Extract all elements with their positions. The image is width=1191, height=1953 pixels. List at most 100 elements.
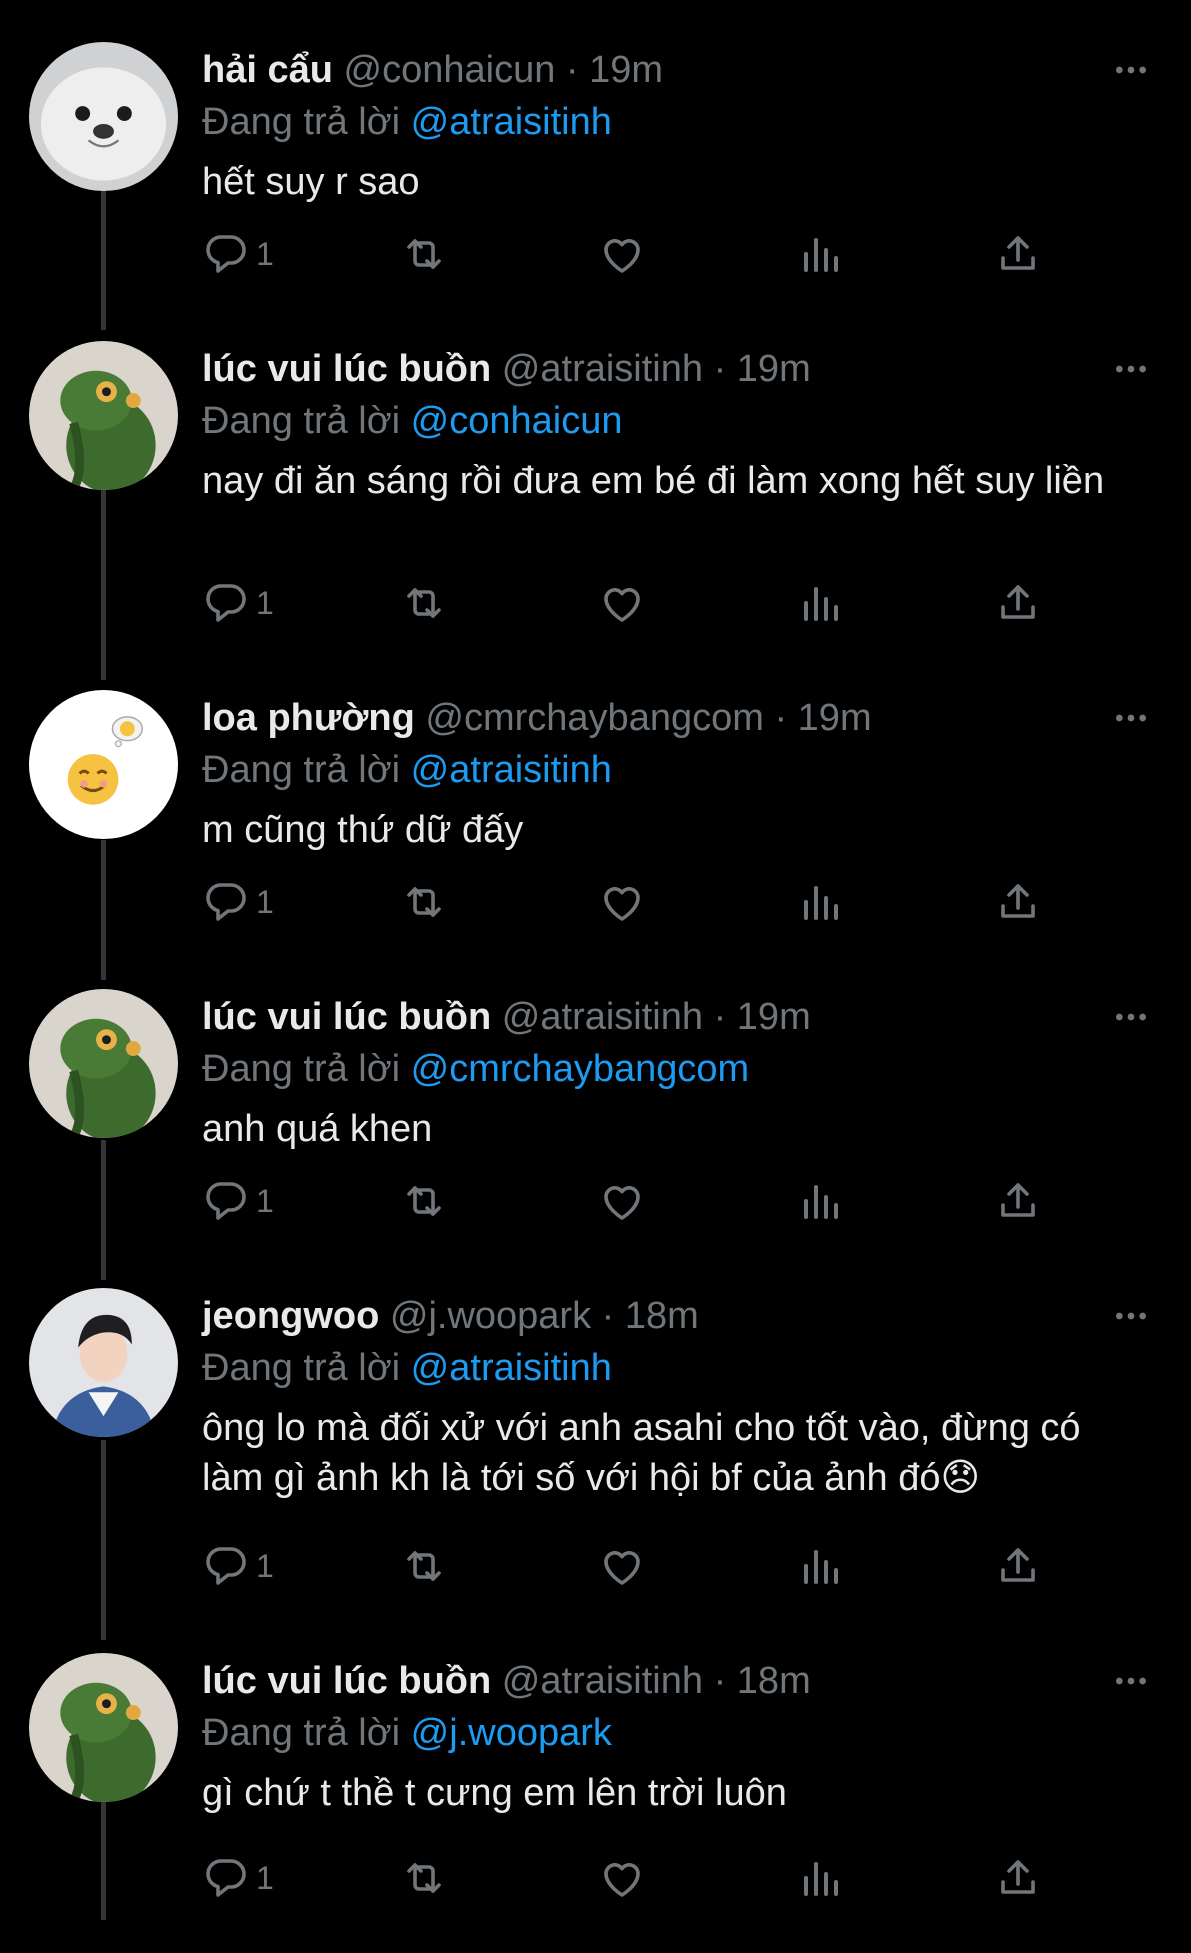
avatar[interactable] <box>29 341 178 490</box>
user-handle[interactable]: @atraisitinh <box>502 348 703 390</box>
views-button[interactable] <box>796 874 844 930</box>
like-button[interactable] <box>598 1173 646 1229</box>
retweet-button[interactable] <box>400 1538 448 1594</box>
views-button[interactable] <box>796 1173 844 1229</box>
avatar[interactable] <box>29 1653 178 1802</box>
share-button[interactable] <box>994 1173 1042 1229</box>
reply-button[interactable]: 1 <box>202 874 274 930</box>
share-button[interactable] <box>994 1850 1042 1906</box>
reply-to-mention[interactable]: @atraisitinh <box>411 101 612 143</box>
tweet-reply[interactable]: lúc vui lúc buồn @atraisitinh · 19m Đang… <box>0 989 1191 1289</box>
tweet-actions: 1 <box>202 1850 1062 1906</box>
display-name[interactable]: jeongwoo <box>202 1295 379 1337</box>
user-handle[interactable]: @atraisitinh <box>502 996 703 1038</box>
tweet-text: anh quá khen <box>202 1108 433 1150</box>
reply-icon <box>202 1542 250 1590</box>
like-button[interactable] <box>598 874 646 930</box>
like-button[interactable] <box>598 226 646 282</box>
tweet-actions: 1 <box>202 874 1062 930</box>
user-handle[interactable]: @j.woopark <box>390 1295 591 1337</box>
tweet-reply[interactable]: lúc vui lúc buồn @atraisitinh · 19m Đang… <box>0 341 1191 641</box>
views-icon <box>796 1854 844 1902</box>
display-name[interactable]: lúc vui lúc buồn <box>202 996 491 1038</box>
timestamp[interactable]: 19m <box>737 996 811 1038</box>
reply-count: 1 <box>256 883 274 920</box>
views-button[interactable] <box>796 1538 844 1594</box>
reply-icon <box>202 230 250 278</box>
display-name[interactable]: lúc vui lúc buồn <box>202 348 491 390</box>
reply-count: 1 <box>256 235 274 272</box>
share-button[interactable] <box>994 226 1042 282</box>
more-options-icon[interactable] <box>1109 1294 1153 1338</box>
tweet-actions: 1 <box>202 1538 1062 1594</box>
retweet-icon <box>400 1542 448 1590</box>
share-button[interactable] <box>994 1538 1042 1594</box>
display-name[interactable]: loa phường <box>202 697 415 739</box>
display-name[interactable]: hải cẩu <box>202 49 333 91</box>
views-icon <box>796 579 844 627</box>
user-handle[interactable]: @cmrchaybangcom <box>425 697 763 739</box>
more-options-icon[interactable] <box>1109 347 1153 391</box>
more-options-icon[interactable] <box>1109 995 1153 1039</box>
reply-button[interactable]: 1 <box>202 226 274 282</box>
like-button[interactable] <box>598 1850 646 1906</box>
retweet-icon <box>400 579 448 627</box>
retweet-icon <box>400 1177 448 1225</box>
avatar[interactable] <box>29 690 178 839</box>
reply-button[interactable]: 1 <box>202 1173 274 1229</box>
reply-to-mention[interactable]: @conhaicun <box>411 400 623 442</box>
display-name[interactable]: lúc vui lúc buồn <box>202 1660 491 1702</box>
separator-dot: · <box>713 996 727 1038</box>
retweet-button[interactable] <box>400 1850 448 1906</box>
timestamp[interactable]: 19m <box>589 49 663 91</box>
like-button[interactable] <box>598 1538 646 1594</box>
timestamp[interactable]: 18m <box>625 1295 699 1337</box>
replying-to-label: Đang trả lời <box>202 1712 401 1754</box>
reply-to-mention[interactable]: @atraisitinh <box>411 1347 612 1389</box>
avatar[interactable] <box>29 1288 178 1437</box>
separator-dot: · <box>713 348 727 390</box>
separator-dot: · <box>601 1295 615 1337</box>
heart-icon <box>598 579 646 627</box>
more-options-icon[interactable] <box>1109 48 1153 92</box>
retweet-button[interactable] <box>400 575 448 631</box>
reply-button[interactable]: 1 <box>202 1538 274 1594</box>
retweet-button[interactable] <box>400 226 448 282</box>
share-button[interactable] <box>994 874 1042 930</box>
replying-to-line: Đang trả lời @atraisitinh <box>202 94 612 150</box>
heart-icon <box>598 1542 646 1590</box>
reply-to-mention[interactable]: @atraisitinh <box>411 749 612 791</box>
more-options-icon[interactable] <box>1109 1659 1153 1703</box>
tweet-reply[interactable]: loa phường @cmrchaybangcom · 19m Đang tr… <box>0 690 1191 990</box>
reply-button[interactable]: 1 <box>202 575 274 631</box>
more-options-icon[interactable] <box>1109 696 1153 740</box>
tweet-reply[interactable]: jeongwoo @j.woopark · 18m Đang trả lời @… <box>0 1288 1191 1588</box>
like-button[interactable] <box>598 575 646 631</box>
timestamp[interactable]: 19m <box>798 697 872 739</box>
tweet-text: hết suy r sao <box>202 161 420 203</box>
tweet-reply[interactable]: lúc vui lúc buồn @atraisitinh · 18m Đang… <box>0 1653 1191 1953</box>
timestamp[interactable]: 18m <box>737 1660 811 1702</box>
avatar[interactable] <box>29 42 178 191</box>
heart-icon <box>598 1177 646 1225</box>
retweet-button[interactable] <box>400 1173 448 1229</box>
retweet-button[interactable] <box>400 874 448 930</box>
user-handle[interactable]: @atraisitinh <box>502 1660 703 1702</box>
tweet-reply[interactable]: hải cẩu @conhaicun · 19m Đang trả lời @a… <box>0 42 1191 342</box>
views-button[interactable] <box>796 575 844 631</box>
views-button[interactable] <box>796 1850 844 1906</box>
reply-icon <box>202 1854 250 1902</box>
retweet-icon <box>400 1854 448 1902</box>
user-handle[interactable]: @conhaicun <box>344 49 556 91</box>
avatar[interactable] <box>29 989 178 1138</box>
reply-icon <box>202 878 250 926</box>
timestamp[interactable]: 19m <box>737 348 811 390</box>
views-button[interactable] <box>796 226 844 282</box>
share-icon <box>994 579 1042 627</box>
reply-to-mention[interactable]: @j.woopark <box>411 1712 612 1754</box>
share-button[interactable] <box>994 575 1042 631</box>
share-icon <box>994 878 1042 926</box>
reply-to-mention[interactable]: @cmrchaybangcom <box>411 1048 749 1090</box>
reply-button[interactable]: 1 <box>202 1850 274 1906</box>
tweet-header: loa phường @cmrchaybangcom · 19m <box>202 690 1131 746</box>
